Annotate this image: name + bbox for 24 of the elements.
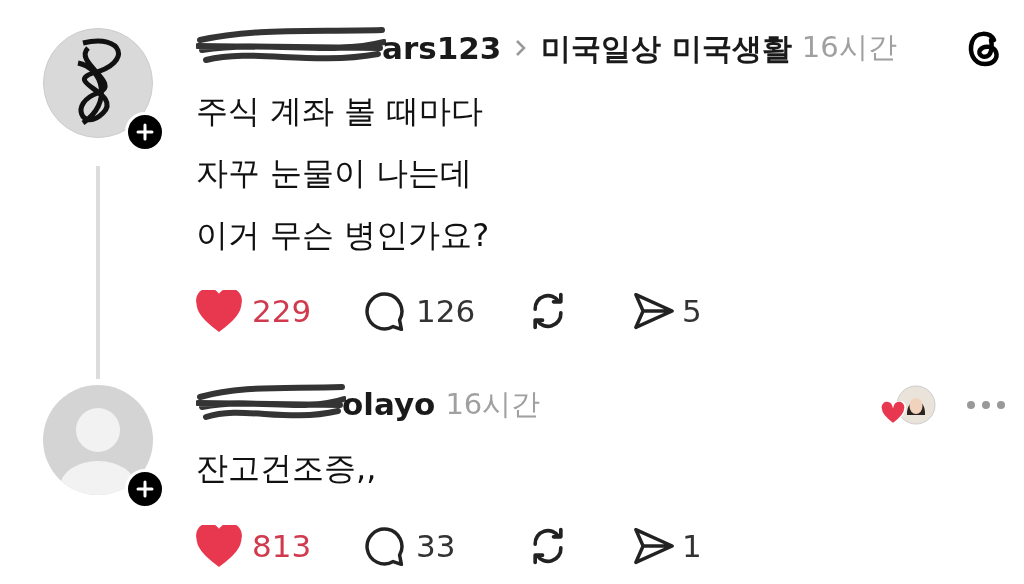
username[interactable]: ars123	[382, 24, 502, 72]
send-icon[interactable]	[632, 525, 676, 566]
heart-icon[interactable]	[196, 290, 242, 333]
post-text: 주식 계좌 볼 때마다	[196, 91, 484, 132]
post-time: 16시간	[445, 385, 541, 423]
comment-icon[interactable]	[362, 289, 406, 334]
username[interactable]: olayo	[342, 381, 436, 428]
share-count: 1	[682, 526, 702, 566]
topic-tag[interactable]: 미국일상 미국생활	[541, 25, 792, 71]
send-icon[interactable]	[632, 291, 676, 332]
more-icon[interactable]	[966, 399, 1006, 410]
post-text: 이거 무슨 병인가요?	[196, 215, 491, 256]
like-count: 813	[252, 526, 313, 566]
plus-icon	[136, 479, 154, 498]
reply-count: 126	[416, 292, 477, 331]
share-count: 5	[682, 292, 702, 331]
like-count: 229	[252, 292, 313, 331]
chevron-right-icon	[515, 39, 528, 57]
post-time: 16시간	[801, 29, 897, 67]
reply-count: 33	[416, 526, 457, 566]
heart-icon[interactable]	[196, 524, 242, 567]
post-text: 잔고건조증,,	[196, 447, 378, 489]
post-text: 자꾸 눈물이 나는데	[196, 153, 474, 194]
plus-icon	[136, 123, 154, 141]
